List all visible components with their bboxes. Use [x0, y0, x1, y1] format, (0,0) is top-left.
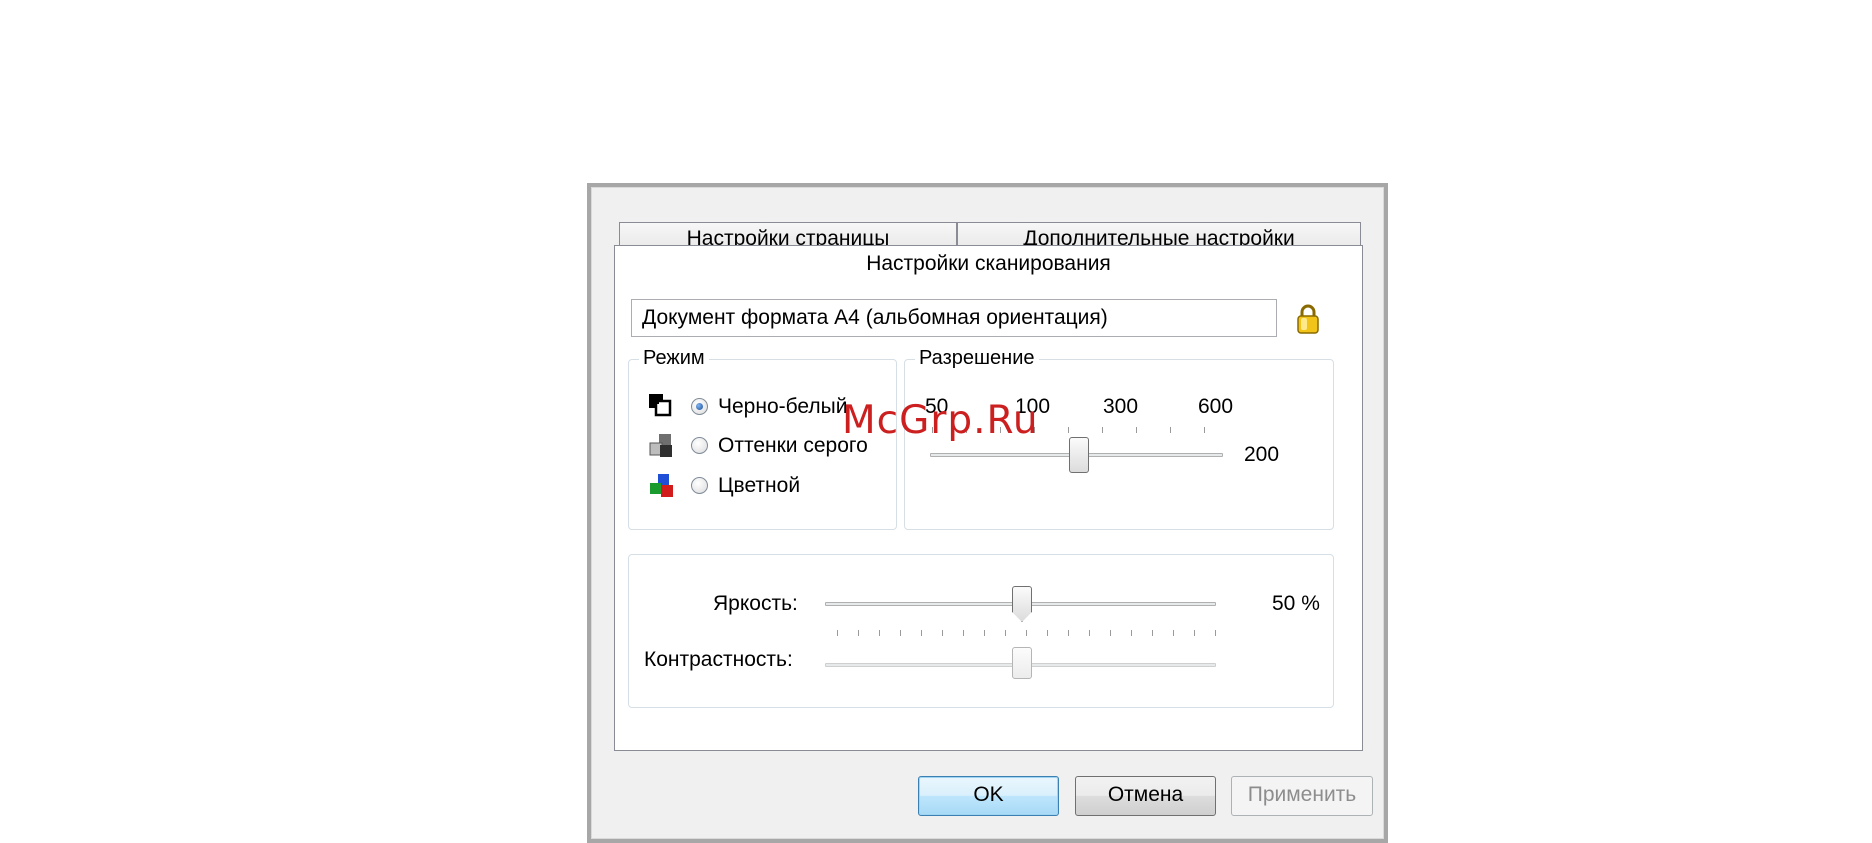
resolution-scale-label: 300	[1103, 395, 1139, 418]
resolution-value: 200	[1244, 443, 1280, 466]
tick-mark	[1173, 630, 1174, 636]
tick-mark	[1068, 630, 1069, 636]
mode-color-radio[interactable]	[691, 477, 708, 494]
grayscale-icon	[649, 434, 672, 457]
tick-mark	[921, 630, 922, 636]
brightness-value: 50 %	[1272, 592, 1320, 615]
tab-scan-settings[interactable]: Настройки сканирования	[614, 245, 1363, 287]
tick-mark	[942, 630, 943, 636]
tick-mark	[963, 630, 964, 636]
contrast-slider-thumb[interactable]	[1012, 647, 1032, 679]
brightness-label: Яркость:	[713, 592, 798, 615]
tick-mark	[1005, 630, 1006, 636]
color-icon	[650, 474, 673, 497]
mode-grayscale-radio[interactable]	[691, 437, 708, 454]
mode-group: Режим Черно-белый Оттенки серого Цветной	[628, 347, 897, 530]
watermark-text: McGrp.Ru	[842, 398, 1039, 443]
contrast-label: Контрастность:	[644, 648, 793, 671]
black-white-icon	[649, 394, 672, 417]
scan-settings-dialog: Настройки страницы Дополнительные настро…	[587, 183, 1388, 843]
lock-icon[interactable]	[1295, 302, 1321, 336]
resolution-group-title: Разрешение	[915, 347, 1039, 369]
tick-mark	[837, 630, 838, 636]
tick-mark	[1194, 630, 1195, 636]
tick-mark	[879, 630, 880, 636]
tick-mark	[1110, 630, 1111, 636]
mode-bw-radio[interactable]	[691, 398, 708, 415]
tick-mark	[900, 630, 901, 636]
tick-mark	[1170, 427, 1171, 433]
tick-mark	[1068, 427, 1069, 433]
tick-mark	[1152, 630, 1153, 636]
ok-button[interactable]: OK	[918, 776, 1059, 816]
scan-settings-panel: Настройки сканирования Документ формата …	[614, 245, 1363, 751]
tick-mark	[1215, 630, 1216, 636]
apply-button[interactable]: Применить	[1231, 776, 1373, 816]
brightness-slider-thumb[interactable]	[1012, 586, 1032, 622]
cancel-button[interactable]: Отмена	[1075, 776, 1216, 816]
tick-mark	[1026, 630, 1027, 636]
tick-mark	[984, 630, 985, 636]
profile-name-field[interactable]: Документ формата A4 (альбомная ориентаци…	[631, 299, 1277, 337]
tick-mark	[1131, 630, 1132, 636]
resolution-slider-thumb[interactable]	[1069, 437, 1089, 473]
tick-mark	[1136, 427, 1137, 433]
tick-mark	[1089, 630, 1090, 636]
resolution-scale-label: 600	[1198, 395, 1234, 418]
tick-mark	[1102, 427, 1103, 433]
brightness-contrast-group: Яркость: 50 % Контрастность:	[628, 554, 1334, 708]
mode-bw-label[interactable]: Черно-белый	[718, 394, 847, 420]
mode-group-title: Режим	[639, 347, 709, 369]
tick-mark	[1204, 427, 1205, 433]
tick-mark	[858, 630, 859, 636]
mode-color-label[interactable]: Цветной	[718, 473, 800, 499]
resolution-group: Разрешение 50 100 300 600 200	[904, 347, 1334, 530]
tick-mark	[1047, 630, 1048, 636]
